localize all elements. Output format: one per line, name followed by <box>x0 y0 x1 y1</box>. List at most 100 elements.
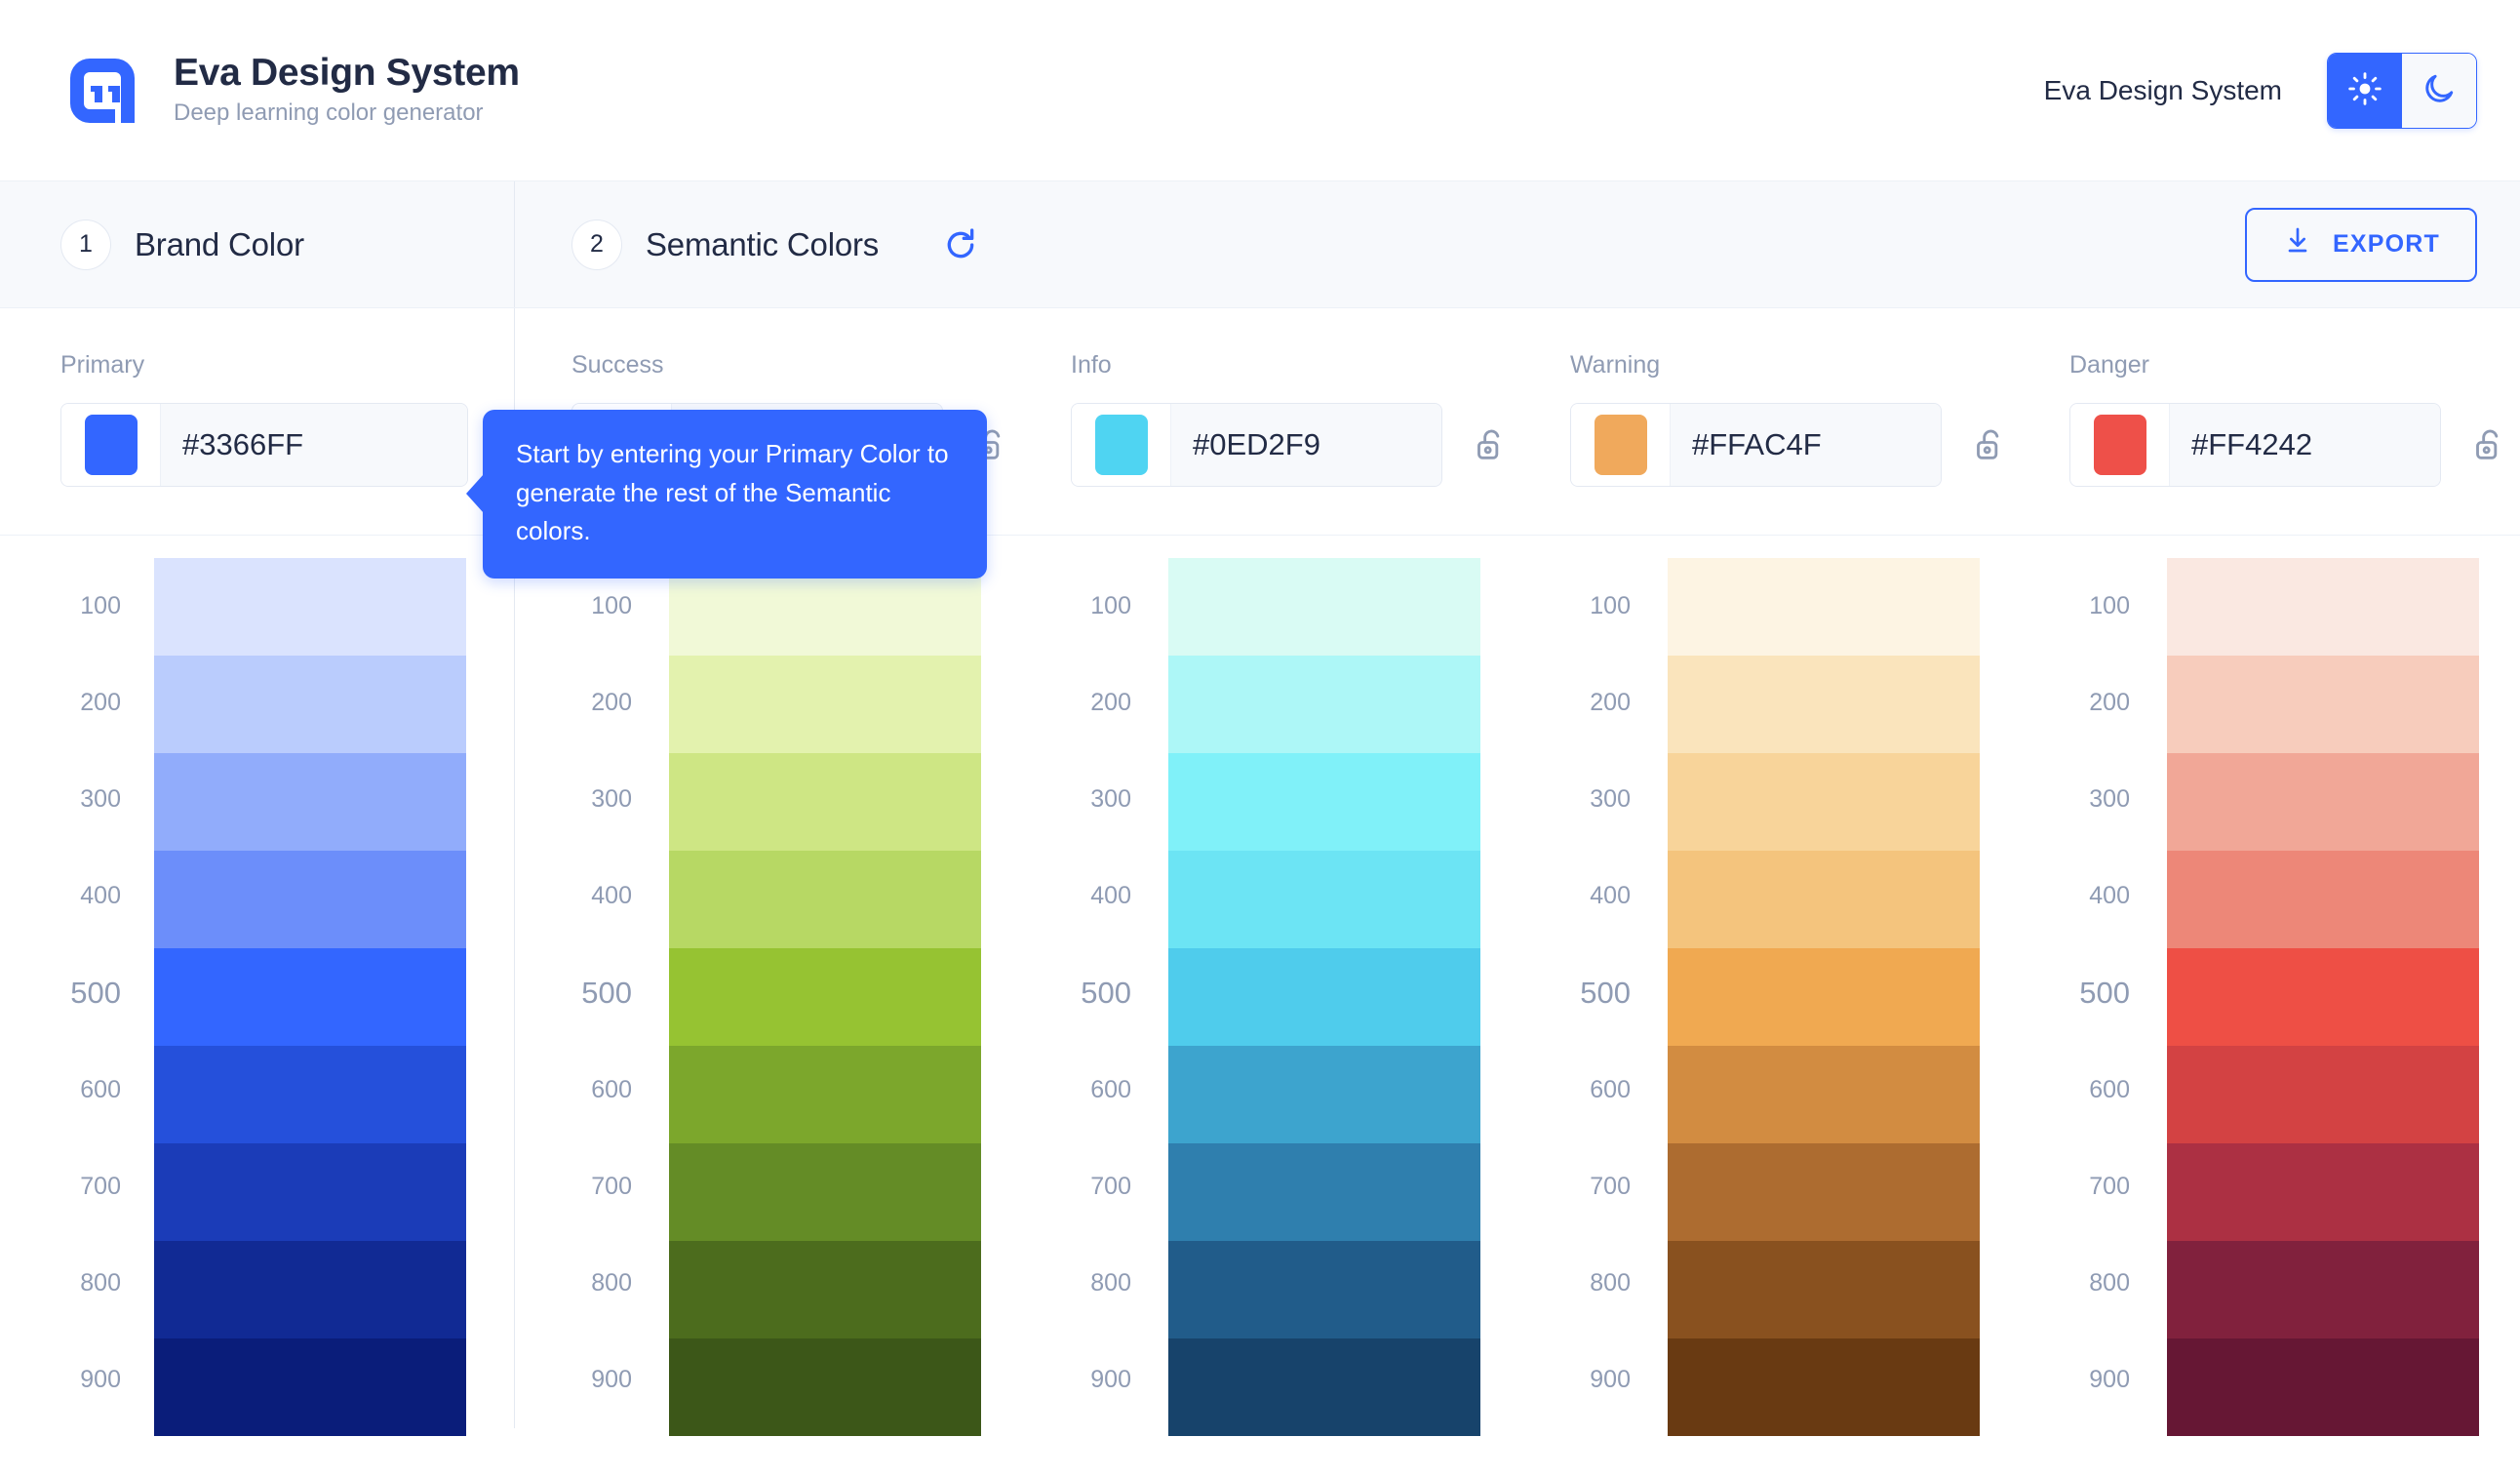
shade-label-success-800: 800 <box>591 1268 632 1297</box>
shade-block-info-900[interactable] <box>1168 1338 1480 1436</box>
shade-block-info-300[interactable] <box>1168 753 1480 851</box>
shade-block-success-200[interactable] <box>669 656 981 753</box>
shade-block-danger-400[interactable] <box>2167 851 2479 948</box>
theme-dark-button[interactable] <box>2402 53 2476 128</box>
shade-block-danger-900[interactable] <box>2167 1338 2479 1436</box>
shade-block-success-800[interactable] <box>669 1241 981 1338</box>
shade-label-warning-600: 600 <box>1590 1075 1631 1103</box>
color-swatch-button-info[interactable] <box>1072 404 1171 486</box>
color-input-info[interactable]: #0ED2F9 <box>1071 403 1442 487</box>
shade-label-warning-500: 500 <box>1580 975 1631 1010</box>
shade-label-success-400: 400 <box>591 882 632 910</box>
shade-block-danger-200[interactable] <box>2167 656 2479 753</box>
shade-block-success-600[interactable] <box>669 1046 981 1143</box>
shade-block-warning-600[interactable] <box>1668 1046 1980 1143</box>
color-label-info: Info <box>1071 351 1112 379</box>
refresh-icon[interactable] <box>939 223 982 266</box>
shade-label-warning-300: 300 <box>1590 785 1631 814</box>
primary-color-tooltip: Start by entering your Primary Color to … <box>483 410 987 579</box>
app-title: Eva Design System <box>174 52 520 95</box>
shade-block-warning-500[interactable] <box>1668 948 1980 1046</box>
shade-block-danger-700[interactable] <box>2167 1143 2479 1241</box>
shade-block-danger-500[interactable] <box>2167 948 2479 1046</box>
color-swatch-button-primary[interactable] <box>61 404 161 486</box>
theme-light-button[interactable] <box>2328 53 2402 128</box>
unlock-icon[interactable] <box>1969 420 2014 469</box>
color-label-warning: Warning <box>1570 351 1661 379</box>
shade-block-primary-200[interactable] <box>154 656 466 753</box>
shade-label-column-primary: 100 200 300 400 500 600 700 800 900 <box>0 536 154 1428</box>
app-root: Eva Design System Deep learning color ge… <box>0 0 2520 1477</box>
shade-block-warning-200[interactable] <box>1668 656 1980 753</box>
unlock-icon[interactable] <box>2468 420 2513 469</box>
shade-block-info-500[interactable] <box>1168 948 1480 1046</box>
eva-logo-icon <box>60 49 144 133</box>
palette-primary: 100 200 300 400 500 600 700 800 900 <box>0 536 515 1436</box>
shade-block-warning-400[interactable] <box>1668 851 1980 948</box>
shade-label-column-danger: 100 200 300 400 500 600 700 800 900 <box>2013 536 2167 1428</box>
shade-block-warning-900[interactable] <box>1668 1338 1980 1436</box>
color-input-warning[interactable]: #FFAC4F <box>1570 403 1942 487</box>
shade-block-info-600[interactable] <box>1168 1046 1480 1143</box>
shade-label-danger-700: 700 <box>2089 1172 2130 1200</box>
shade-block-success-300[interactable] <box>669 753 981 851</box>
hex-field-info[interactable]: #0ED2F9 <box>1171 404 1441 486</box>
shade-label-danger-500: 500 <box>2079 975 2130 1010</box>
download-icon <box>2282 225 2313 263</box>
shade-block-success-400[interactable] <box>669 851 981 948</box>
shade-label-primary-500: 500 <box>70 975 121 1010</box>
shade-block-primary-500[interactable] <box>154 948 466 1046</box>
sun-icon <box>2347 71 2382 109</box>
shade-label-info-300: 300 <box>1090 785 1131 814</box>
shade-block-primary-400[interactable] <box>154 851 466 948</box>
hex-field-primary[interactable]: #3366FF <box>161 404 467 486</box>
hex-field-warning[interactable]: #FFAC4F <box>1671 404 1941 486</box>
input-wrap-warning: #FFAC4F <box>1570 403 2013 487</box>
shade-block-success-900[interactable] <box>669 1338 981 1436</box>
shade-block-info-800[interactable] <box>1168 1241 1480 1338</box>
input-wrap-primary: #3366FF <box>60 403 514 487</box>
app-subtitle: Deep learning color generator <box>174 99 484 126</box>
shade-block-success-500[interactable] <box>669 948 981 1046</box>
shade-block-danger-600[interactable] <box>2167 1046 2479 1143</box>
moon-icon <box>2422 71 2457 109</box>
shade-block-primary-800[interactable] <box>154 1241 466 1338</box>
shade-block-danger-300[interactable] <box>2167 753 2479 851</box>
shade-label-info-200: 200 <box>1090 689 1131 717</box>
shade-block-primary-900[interactable] <box>154 1338 466 1436</box>
export-button[interactable]: EXPORT <box>2245 207 2477 282</box>
shade-block-primary-300[interactable] <box>154 753 466 851</box>
palette-info: 100 200 300 400 500 600 700 800 900 <box>1014 536 1514 1436</box>
shade-block-warning-700[interactable] <box>1668 1143 1980 1241</box>
shade-block-info-100[interactable] <box>1168 558 1480 656</box>
hex-field-danger[interactable]: #FF4242 <box>2170 404 2440 486</box>
shade-block-warning-300[interactable] <box>1668 753 1980 851</box>
shade-label-primary-200: 200 <box>80 689 121 717</box>
shade-label-info-600: 600 <box>1090 1075 1131 1103</box>
shade-block-warning-800[interactable] <box>1668 1241 1980 1338</box>
shade-block-info-200[interactable] <box>1168 656 1480 753</box>
input-wrap-danger: #FF4242 <box>2069 403 2512 487</box>
shade-block-danger-800[interactable] <box>2167 1241 2479 1338</box>
color-input-primary[interactable]: #3366FF <box>60 403 468 487</box>
step-semantic-colors: 2 Semantic Colors EXPORT <box>515 181 2520 307</box>
shade-block-primary-700[interactable] <box>154 1143 466 1241</box>
shade-block-danger-100[interactable] <box>2167 558 2479 656</box>
color-swatch-button-warning[interactable] <box>1571 404 1671 486</box>
shade-label-column-success: 100 200 300 400 500 600 700 800 900 <box>515 536 669 1428</box>
shade-stack-danger <box>2167 536 2479 1436</box>
unlock-icon[interactable] <box>1470 420 1515 469</box>
shade-label-column-info: 100 200 300 400 500 600 700 800 900 <box>1014 536 1168 1428</box>
shade-block-info-400[interactable] <box>1168 851 1480 948</box>
shade-block-primary-100[interactable] <box>154 558 466 656</box>
shade-label-column-warning: 100 200 300 400 500 600 700 800 900 <box>1514 536 1668 1428</box>
step-2-label: Semantic Colors <box>646 225 880 262</box>
shade-block-info-700[interactable] <box>1168 1143 1480 1241</box>
shade-block-warning-100[interactable] <box>1668 558 1980 656</box>
theme-toggle[interactable] <box>2327 52 2477 129</box>
shade-label-danger-600: 600 <box>2089 1075 2130 1103</box>
shade-block-primary-600[interactable] <box>154 1046 466 1143</box>
color-swatch-button-danger[interactable] <box>2070 404 2170 486</box>
shade-block-success-700[interactable] <box>669 1143 981 1241</box>
color-input-danger[interactable]: #FF4242 <box>2069 403 2441 487</box>
